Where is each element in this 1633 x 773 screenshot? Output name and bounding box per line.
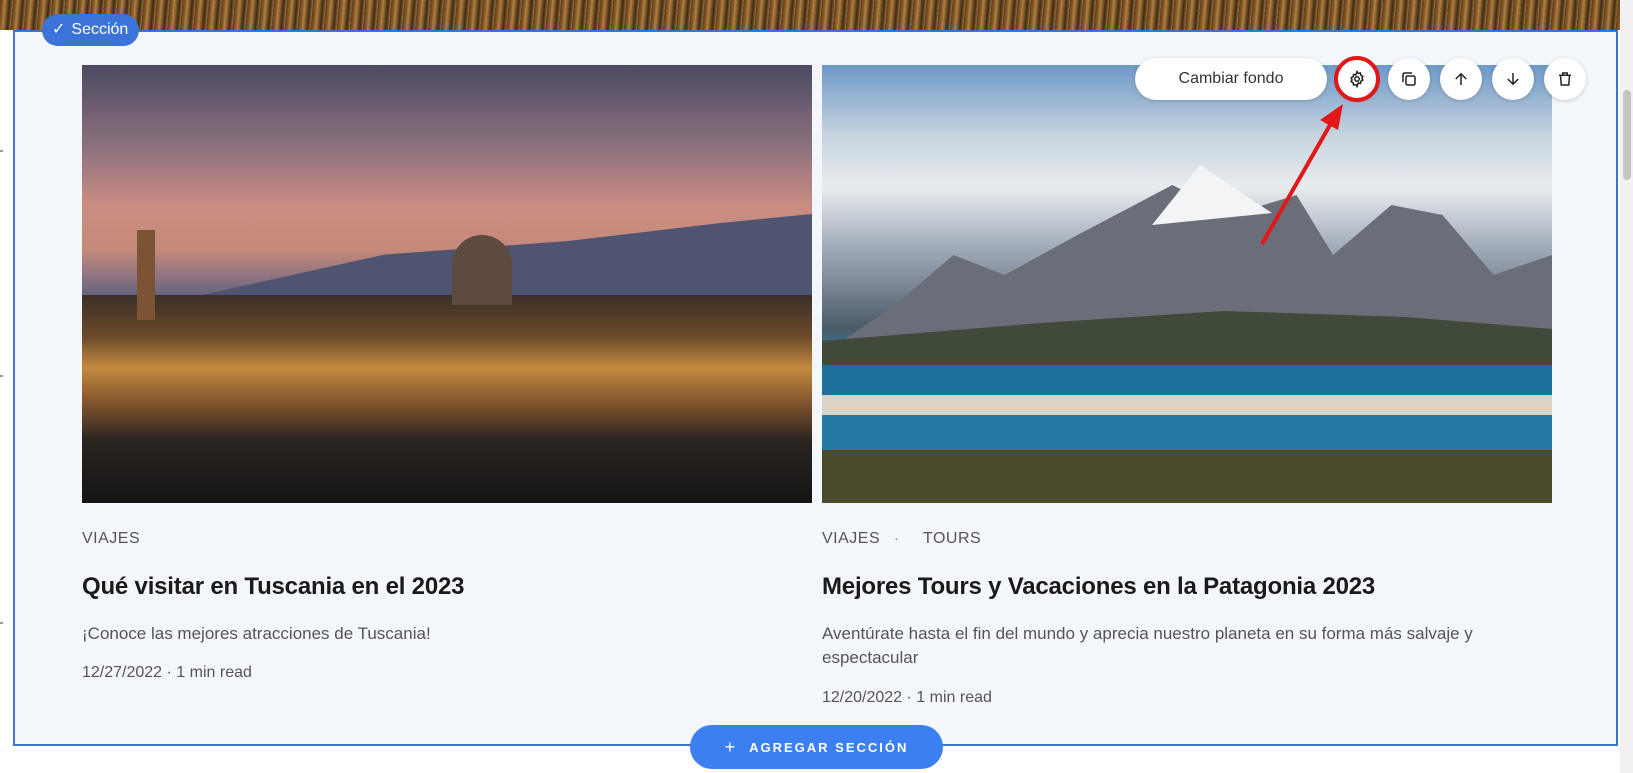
- post-meta: 12/27/2022 · 1 min read: [82, 664, 252, 681]
- change-background-button[interactable]: Cambiar fondo: [1135, 58, 1327, 100]
- left-edge-mark: [0, 375, 3, 377]
- add-section-button[interactable]: + AGREGAR SECCIÓN: [690, 725, 943, 769]
- left-edge-mark: [0, 622, 3, 624]
- post-category[interactable]: TOURS: [923, 530, 981, 548]
- image-city: [82, 295, 812, 503]
- post-category[interactable]: VIAJES: [822, 530, 880, 548]
- highlight-circle: [1334, 56, 1380, 102]
- section-badge-label: Sección: [71, 21, 129, 38]
- trash-icon: [1559, 72, 1571, 86]
- post-title[interactable]: Qué visitar en Tuscania en el 2023: [82, 573, 464, 601]
- post-category[interactable]: VIAJES: [82, 530, 140, 548]
- move-down-button[interactable]: [1492, 58, 1534, 100]
- image-shore: [822, 395, 1552, 415]
- post-image-patagonia[interactable]: [822, 65, 1552, 503]
- header-background-image: [0, 0, 1633, 30]
- left-edge-mark: [0, 150, 3, 152]
- check-icon: ✓: [52, 21, 66, 38]
- post-meta: 12/20/2022 · 1 min read: [822, 689, 992, 706]
- image-tower: [137, 230, 155, 320]
- post-image-tuscany[interactable]: [82, 65, 812, 503]
- arrow-down-icon: [1507, 73, 1519, 86]
- scrollbar-thumb[interactable]: [1623, 90, 1631, 180]
- post-description: ¡Conoce las mejores atracciones de Tusca…: [82, 624, 431, 643]
- section-badge[interactable]: ✓ Sección: [42, 14, 140, 46]
- duplicate-button[interactable]: [1388, 58, 1430, 100]
- plus-icon: +: [724, 736, 736, 757]
- category-separator: ·: [894, 530, 899, 546]
- delete-button[interactable]: [1544, 58, 1586, 100]
- post-title[interactable]: Mejores Tours y Vacaciones en la Patagon…: [822, 573, 1375, 601]
- move-up-button[interactable]: [1440, 58, 1482, 100]
- image-grass: [822, 450, 1552, 503]
- image-lake: [822, 365, 1552, 395]
- change-background-label: Cambiar fondo: [1178, 70, 1284, 87]
- post-description: Aventúrate hasta el fin del mundo y apre…: [822, 624, 1473, 667]
- image-lake: [822, 415, 1552, 450]
- image-dome: [452, 235, 512, 305]
- copy-icon: [1402, 72, 1416, 86]
- arrow-up-icon: [1455, 72, 1467, 85]
- add-section-label: AGREGAR SECCIÓN: [749, 739, 909, 755]
